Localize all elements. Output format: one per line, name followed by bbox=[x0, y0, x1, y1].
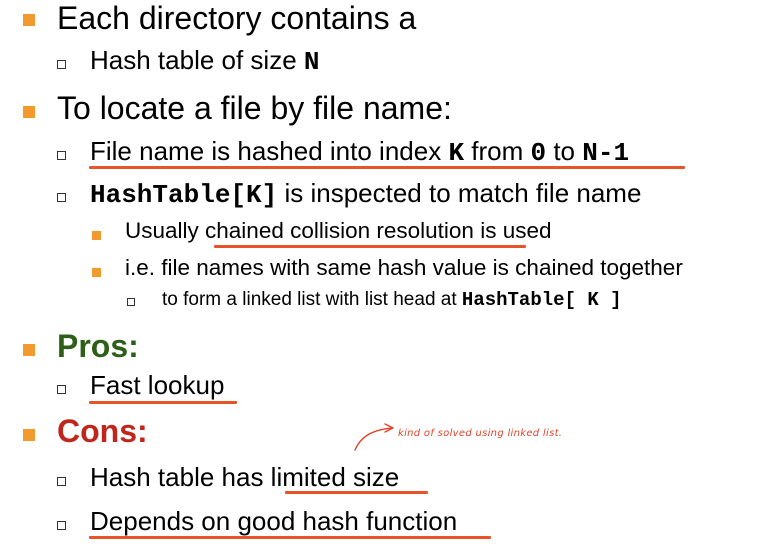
handwritten-note: kind of solved using linked list. bbox=[398, 428, 563, 439]
locate-heading: To locate a file by file name: bbox=[57, 90, 452, 126]
limited-size-line: Hash table has limited size bbox=[90, 462, 400, 492]
limited-size-underline bbox=[285, 491, 428, 494]
hashed-index-line: File name is hashed into index K from 0 … bbox=[90, 136, 630, 168]
inspected-line: HashTable[K] is inspected to match file … bbox=[90, 178, 642, 210]
hash-table-size-line: Hash table of size N bbox=[90, 45, 320, 77]
form-linked-list-line: to form a linked list with list head at … bbox=[162, 289, 622, 311]
bullet-hollow-square-icon bbox=[57, 521, 66, 530]
directory-heading: Each directory contains a bbox=[57, 0, 417, 36]
bullet-square-icon bbox=[23, 14, 35, 26]
annotation-arrow-icon bbox=[354, 423, 394, 451]
bullet-hollow-square-icon bbox=[57, 151, 66, 160]
bullet-hollow-square-icon bbox=[57, 477, 66, 486]
bullet-square-icon bbox=[92, 231, 101, 240]
bullet-square-icon bbox=[92, 268, 101, 277]
pros-heading: Pros: bbox=[57, 328, 139, 364]
bullet-hollow-square-icon bbox=[57, 193, 66, 202]
bullet-square-icon bbox=[23, 429, 35, 441]
bullet-square-icon bbox=[23, 344, 35, 356]
depends-line: Depends on good hash function bbox=[90, 506, 458, 536]
hashed-underline bbox=[89, 166, 685, 169]
fast-lookup-line: Fast lookup bbox=[90, 370, 225, 400]
depends-underline bbox=[89, 536, 491, 539]
chained-collision-underline bbox=[214, 245, 526, 248]
usually-line: Usually chained collision resolution is … bbox=[125, 218, 552, 243]
ie-line: i.e. file names with same hash value is … bbox=[125, 255, 683, 280]
bullet-hollow-square-icon bbox=[57, 60, 66, 69]
bullet-square-icon bbox=[23, 106, 35, 118]
bullet-hollow-square-icon bbox=[57, 385, 66, 394]
cons-heading: Cons: bbox=[57, 413, 148, 449]
fast-lookup-underline bbox=[89, 401, 237, 404]
bullet-hollow-square-icon bbox=[127, 298, 135, 306]
